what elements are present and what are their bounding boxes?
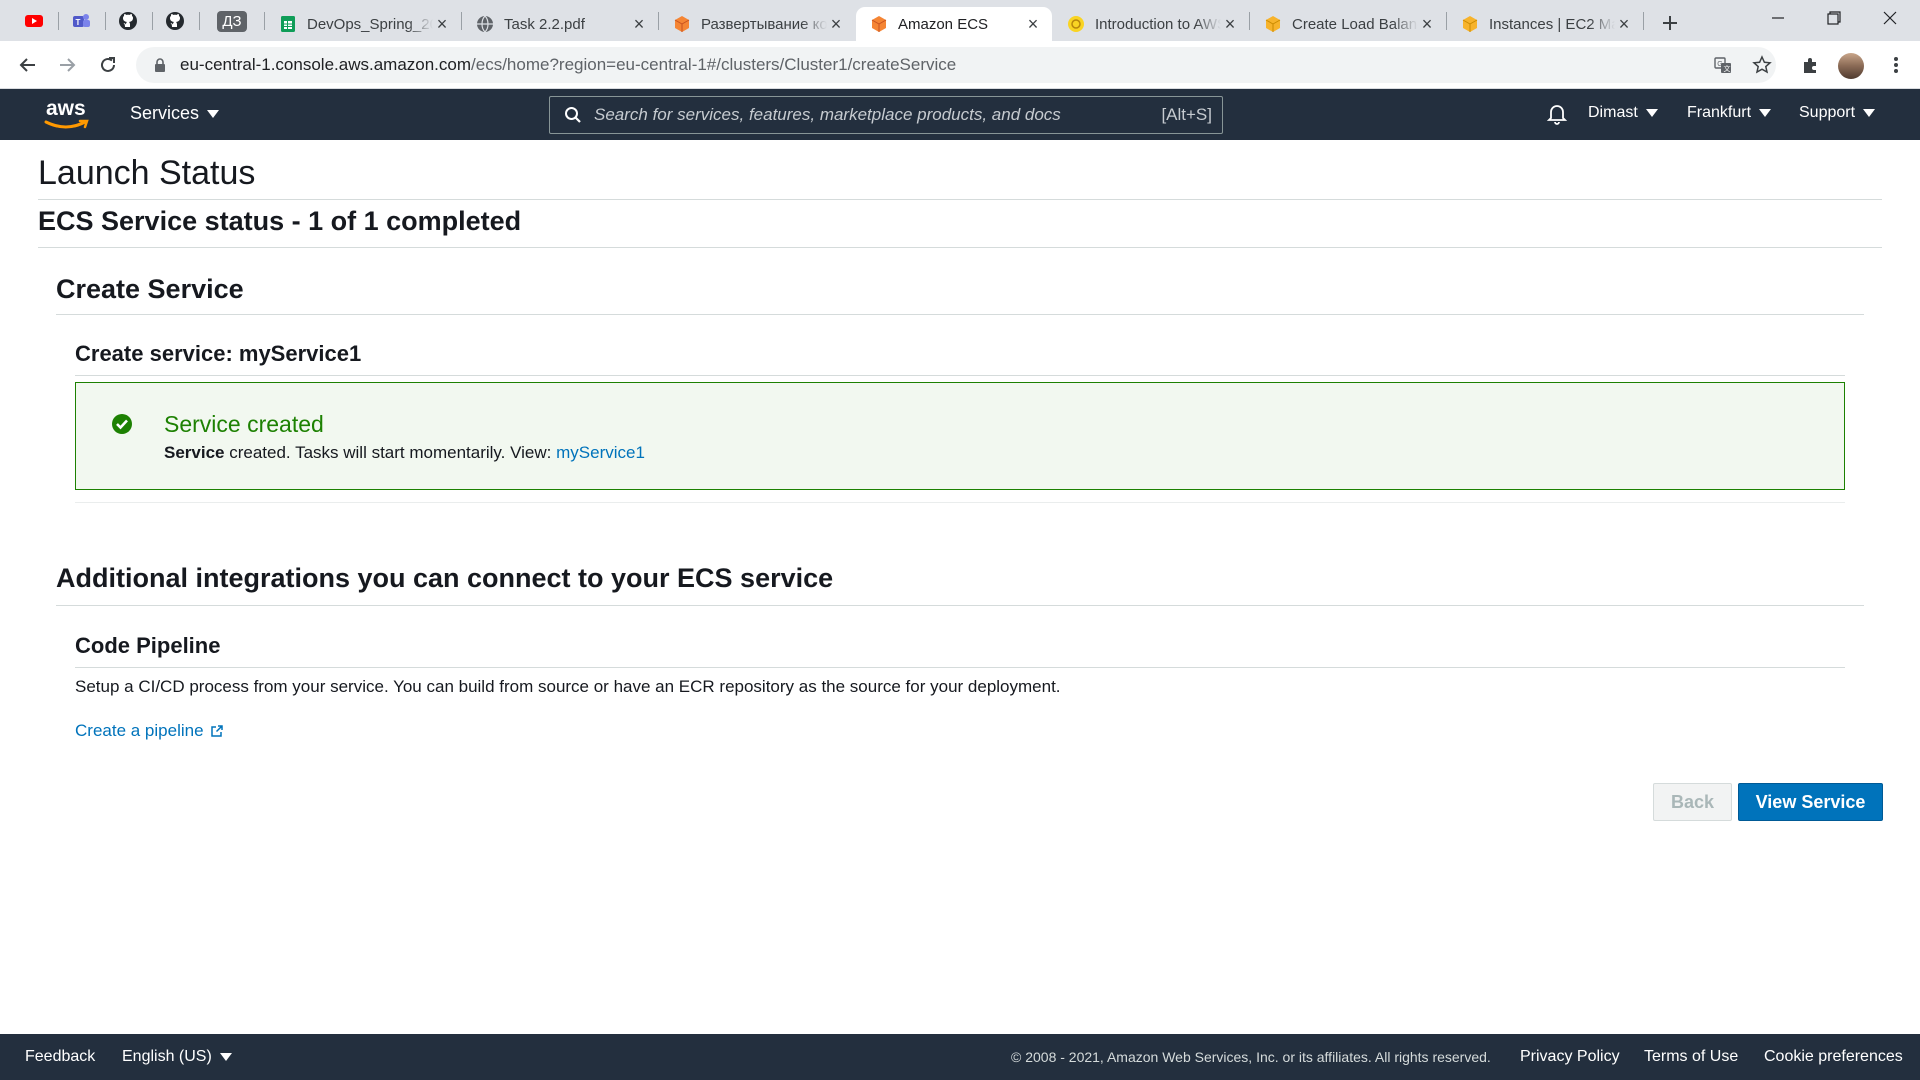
forward-arrow-icon[interactable] xyxy=(53,51,81,79)
star-bookmark-icon[interactable] xyxy=(1748,51,1776,79)
minimize-icon[interactable] xyxy=(1750,0,1806,36)
aws-footer: Feedback English (US) © 2008 - 2021, Ama… xyxy=(0,1034,1920,1080)
tab-introduction-aws[interactable]: Introduction to AWS × xyxy=(1053,7,1249,41)
new-tab-icon[interactable] xyxy=(1656,9,1684,37)
aws-cube-icon xyxy=(1461,15,1479,33)
divider xyxy=(75,667,1845,668)
create-pipeline-link[interactable]: Create a pipeline xyxy=(75,721,224,741)
aws-top-nav: aws Services [Alt+S] Dimast Frankfurt Su… xyxy=(0,89,1920,140)
divider xyxy=(75,502,1845,503)
caret-down-icon xyxy=(207,109,220,118)
tab-title: Instances | EC2 Management xyxy=(1489,15,1615,33)
close-icon[interactable]: × xyxy=(1615,14,1633,34)
tab-title: Introduction to AWS xyxy=(1095,15,1221,33)
create-service-heading: Create Service xyxy=(56,274,244,304)
view-service-button[interactable]: View Service xyxy=(1738,783,1883,821)
aws-cube-icon xyxy=(1264,15,1282,33)
svg-text:文: 文 xyxy=(1724,64,1731,73)
tab-title: Развертывание контейнеров xyxy=(701,15,827,33)
tab-amazon-ecs[interactable]: Amazon ECS × xyxy=(856,7,1052,41)
tab-create-load-balancer[interactable]: Create Load Balancer × xyxy=(1250,7,1446,41)
integrations-heading: Additional integrations you can connect … xyxy=(56,563,834,593)
bell-notifications-icon[interactable] xyxy=(1545,101,1569,125)
divider xyxy=(56,605,1864,606)
copyright-text: © 2008 - 2021, Amazon Web Services, Inc.… xyxy=(1011,1049,1491,1065)
tab-devops-spring[interactable]: DevOps_Spring_2021 × xyxy=(265,7,461,41)
tab-title: DevOps_Spring_2021 xyxy=(307,15,433,33)
tab-ec2-instances[interactable]: Instances | EC2 Management × xyxy=(1447,7,1643,41)
dz-bookmark-icon[interactable]: ДЗ xyxy=(210,7,254,35)
github-icon[interactable] xyxy=(110,7,146,35)
tab-task-pdf[interactable]: Task 2.2.pdf × xyxy=(462,7,658,41)
caret-down-icon xyxy=(1759,109,1772,117)
restore-icon[interactable] xyxy=(1806,0,1862,36)
close-icon[interactable]: × xyxy=(1024,14,1042,34)
check-circle-icon xyxy=(112,414,132,434)
close-icon[interactable]: × xyxy=(827,14,845,34)
caret-down-icon xyxy=(1863,109,1876,117)
divider xyxy=(75,375,1845,376)
extensions-puzzle-icon[interactable] xyxy=(1797,51,1825,79)
aws-box-icon xyxy=(870,15,888,33)
alert-body: Service created. Tasks will start moment… xyxy=(164,443,645,462)
divider xyxy=(56,314,1864,315)
profile-avatar[interactable] xyxy=(1838,53,1864,79)
caret-down-icon xyxy=(219,1053,232,1061)
yellow-circle-icon xyxy=(1067,15,1085,33)
support-menu[interactable]: Support xyxy=(1799,104,1876,122)
success-alert: Service created Service created. Tasks w… xyxy=(75,382,1845,490)
privacy-policy-link[interactable]: Privacy Policy xyxy=(1520,1048,1620,1066)
close-icon[interactable]: × xyxy=(630,14,648,34)
feedback-link[interactable]: Feedback xyxy=(25,1048,95,1066)
close-icon[interactable]: × xyxy=(1221,14,1239,34)
svg-text:T: T xyxy=(76,18,81,27)
region-menu[interactable]: Frankfurt xyxy=(1687,104,1772,122)
close-window-icon[interactable] xyxy=(1862,0,1918,36)
url-text: eu-central-1.console.aws.amazon.com/ecs/… xyxy=(180,55,957,74)
translate-icon[interactable]: G文 xyxy=(1709,51,1737,79)
my-service-link[interactable]: myService1 xyxy=(556,443,645,462)
tab-title: Amazon ECS xyxy=(898,15,989,33)
back-arrow-icon[interactable] xyxy=(14,51,42,79)
globe-icon xyxy=(476,15,494,33)
terms-of-use-link[interactable]: Terms of Use xyxy=(1644,1048,1738,1066)
code-pipeline-description: Setup a CI/CD process from your service.… xyxy=(75,677,1061,696)
address-bar[interactable]: eu-central-1.console.aws.amazon.com/ecs/… xyxy=(136,47,1776,83)
browser-toolbar: eu-central-1.console.aws.amazon.com/ecs/… xyxy=(0,41,1920,89)
browser-tab-strip: T ДЗ DevOps_Spring_2021 × Task 2.2.pdf ×… xyxy=(0,0,1920,41)
divider xyxy=(38,199,1882,200)
kebab-menu-icon[interactable] xyxy=(1882,51,1910,79)
close-icon[interactable]: × xyxy=(433,14,451,34)
tab-title: Task 2.2.pdf xyxy=(504,15,585,33)
code-pipeline-heading: Code Pipeline xyxy=(75,633,221,658)
caret-down-icon xyxy=(1645,109,1658,117)
aws-smile-icon xyxy=(44,119,89,129)
language-selector[interactable]: English (US) xyxy=(122,1048,232,1066)
cookie-preferences-link[interactable]: Cookie preferences xyxy=(1764,1048,1903,1066)
lock-icon xyxy=(155,58,165,72)
github-icon[interactable] xyxy=(157,7,193,35)
close-icon[interactable]: × xyxy=(1418,14,1436,34)
youtube-icon[interactable] xyxy=(16,7,52,35)
reload-icon[interactable] xyxy=(94,51,122,79)
search-input[interactable] xyxy=(582,105,1162,125)
user-menu[interactable]: Dimast xyxy=(1588,104,1658,122)
google-sheets-icon xyxy=(279,15,297,33)
page-title: Launch Status xyxy=(38,154,256,192)
create-service-subheading: Create service: myService1 xyxy=(75,341,362,366)
tab-title: Create Load Balancer xyxy=(1292,15,1418,33)
tab-containers-ru[interactable]: Развертывание контейнеров × xyxy=(659,7,855,41)
aws-box-icon xyxy=(673,15,691,33)
service-status-heading: ECS Service status - 1 of 1 completed xyxy=(38,206,522,236)
external-link-icon xyxy=(210,725,223,737)
aws-logo[interactable]: aws xyxy=(44,97,90,131)
back-button[interactable]: Back xyxy=(1653,783,1732,821)
alert-title: Service created xyxy=(164,411,324,437)
services-menu[interactable]: Services xyxy=(130,103,220,124)
divider xyxy=(38,247,1882,248)
aws-search-box[interactable]: [Alt+S] xyxy=(549,96,1223,134)
search-icon xyxy=(565,107,581,123)
search-shortcut-hint: [Alt+S] xyxy=(1161,105,1212,124)
teams-icon[interactable]: T xyxy=(63,7,99,35)
